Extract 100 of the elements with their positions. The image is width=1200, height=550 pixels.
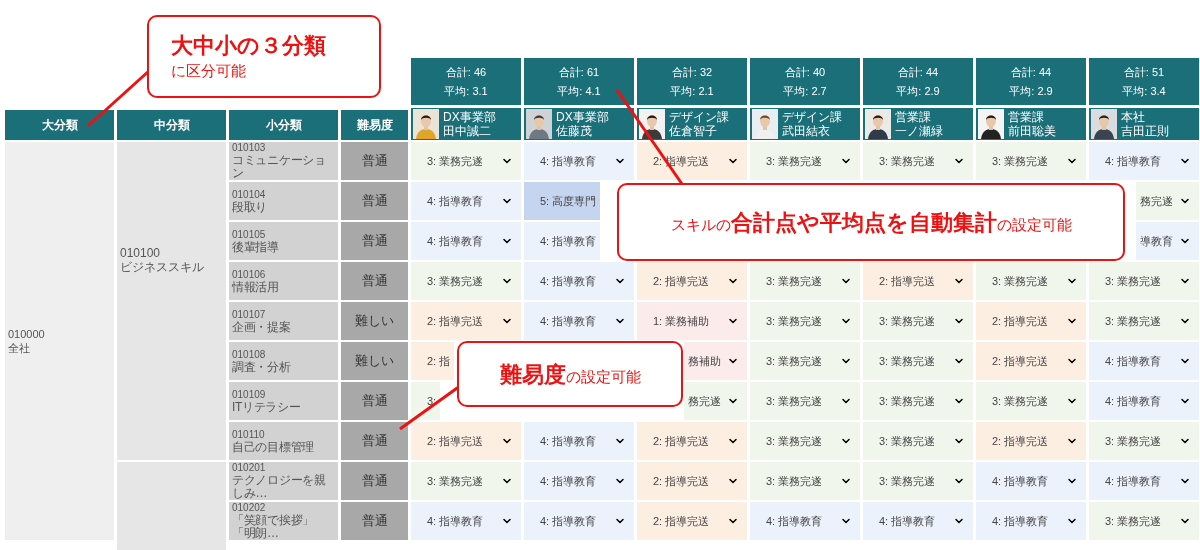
difficulty-cell: 普通 <box>341 262 408 300</box>
skill-code: 010108 <box>232 348 267 361</box>
level-select[interactable]: 4: 指導教育 <box>524 502 634 540</box>
average-score: 平均: 2.1 <box>670 84 714 99</box>
member-name: 田中誠二 <box>443 124 492 138</box>
level-select[interactable]: 3: 業務完遂 <box>411 142 521 180</box>
category-name: ビジネススキル <box>120 260 205 274</box>
difficulty-cell: 難しい <box>341 342 408 380</box>
average-score: 平均: 2.9 <box>896 84 940 99</box>
member-department: デザイン課 <box>782 110 842 124</box>
level-select[interactable]: 4: 指導教育 <box>524 462 634 500</box>
level-select[interactable]: 3: 業務完遂 <box>976 262 1086 300</box>
level-select[interactable]: 3: 業務完遂 <box>1089 262 1199 300</box>
member-name: 前田聡美 <box>1008 124 1056 138</box>
difficulty-cell: 普通 <box>341 382 408 420</box>
level-select[interactable]: 4: 指導教育 <box>411 502 521 540</box>
level-select[interactable]: 4: 指導教育 <box>1089 142 1199 180</box>
total-score: 合計: 61 <box>558 64 600 80</box>
level-select[interactable]: 3: 業務完遂 <box>863 422 973 460</box>
difficulty-cell: 普通 <box>341 462 408 500</box>
level-select[interactable]: 2: 指導完送 <box>863 262 973 300</box>
level-select[interactable]: 2: 指導完送 <box>637 462 747 500</box>
level-select[interactable]: 4: 指導教育 <box>524 142 634 180</box>
level-select[interactable]: 3: 業務完遂 <box>1089 502 1199 540</box>
level-select[interactable]: 2: 指導完送 <box>411 302 521 340</box>
callout-subtitle: に区分可能 <box>171 60 247 81</box>
level-select[interactable]: 4: 指導教育 <box>1089 382 1199 420</box>
skill-name: 後輩指導 <box>232 240 280 254</box>
level-select[interactable]: 2: 指導完送 <box>976 422 1086 460</box>
level-select[interactable]: 3: 業務完遂 <box>863 462 973 500</box>
member-name: 武田結衣 <box>782 124 831 138</box>
member-department: DX事業部 <box>443 110 496 124</box>
skill-name: 段取り <box>232 200 269 214</box>
level-select[interactable]: 3: 業務完遂 <box>863 342 973 380</box>
difficulty-cell: 難しい <box>341 302 408 340</box>
level-select[interactable]: 3: 業務完遂 <box>750 382 860 420</box>
level-select[interactable]: 1: 業務補助 <box>637 302 747 340</box>
level-select[interactable]: 4: 指導教育 <box>411 182 521 220</box>
total-score: 合計: 44 <box>897 64 939 80</box>
difficulty-cell: 普通 <box>341 142 408 180</box>
level-select[interactable]: 4: 指導教育 <box>1089 462 1199 500</box>
level-select[interactable]: 2: 指導完送 <box>976 342 1086 380</box>
total-score: 合計: 40 <box>784 64 826 80</box>
callout-text: 難易度の設定可能 <box>499 360 641 389</box>
level-select[interactable]: 3: 業務完遂 <box>976 142 1086 180</box>
level-select[interactable]: 5: 高度専門 <box>524 182 601 220</box>
level-select[interactable]: 導教育 <box>1136 222 1199 260</box>
level-select[interactable]: 4: 指導教育 <box>524 302 634 340</box>
level-select[interactable]: 3: 業務完遂 <box>863 302 973 340</box>
skill-code: 010109 <box>232 388 267 401</box>
level-select[interactable]: 3: 業務完遂 <box>750 342 860 380</box>
level-select[interactable]: 2: 指 <box>411 342 455 380</box>
column-header: 大分類 <box>5 110 114 140</box>
callout-text: スキルの合計点や平均点を自動集計の設定可能 <box>670 208 1072 237</box>
level-select[interactable]: 3: 業務完遂 <box>411 262 521 300</box>
skill-code: 010201 <box>232 462 267 474</box>
level-select[interactable]: 2: 指導完送 <box>637 502 747 540</box>
member-department: 営業課 <box>1008 110 1045 124</box>
skill-code: 010202 <box>232 502 267 514</box>
level-select[interactable]: 3: 業務完遂 <box>750 462 860 500</box>
level-select[interactable]: 2: 指導完送 <box>411 422 521 460</box>
level-select[interactable]: 3: 業務完遂 <box>976 382 1086 420</box>
average-score: 平均: 3.4 <box>1122 84 1166 99</box>
skill-code: 010103 <box>232 142 267 154</box>
column-header: 小分類 <box>229 110 338 140</box>
member-department: 営業課 <box>895 110 932 124</box>
member-department: デザイン課 <box>669 110 729 124</box>
category-code: 010000 <box>8 327 46 341</box>
skill-name: 調査・分析 <box>232 360 292 374</box>
level-select[interactable]: 務完遂 <box>684 382 747 420</box>
level-select[interactable]: 4: 指導教育 <box>524 422 634 460</box>
average-score: 平均: 4.1 <box>557 84 601 99</box>
skill-code: 010107 <box>232 308 267 321</box>
level-select[interactable]: 3: 業務完遂 <box>1089 302 1199 340</box>
average-score: 平均: 2.7 <box>783 84 827 99</box>
difficulty-cell: 普通 <box>341 222 408 260</box>
level-select[interactable]: 2: 指導完送 <box>637 422 747 460</box>
level-select[interactable]: 務補助 <box>684 342 747 380</box>
level-select[interactable]: 4: 指導教育 <box>524 222 601 260</box>
skill-code: 010105 <box>232 228 267 241</box>
level-select[interactable]: 2: 指導完送 <box>637 262 747 300</box>
level-select[interactable]: 4: 指導教育 <box>976 502 1086 540</box>
level-select[interactable]: 4: 指導教育 <box>411 222 521 260</box>
level-select[interactable]: 3: 業務完遂 <box>750 142 860 180</box>
level-select[interactable]: 4: 指導教育 <box>750 502 860 540</box>
level-select[interactable]: 3: 業務完遂 <box>411 462 521 500</box>
level-select[interactable]: 3: 業務完遂 <box>750 422 860 460</box>
level-select[interactable]: 務完遂 <box>1136 182 1199 220</box>
level-select[interactable]: 3: 業務完遂 <box>863 382 973 420</box>
level-select[interactable]: 4: 指導教育 <box>976 462 1086 500</box>
total-score: 合計: 51 <box>1123 64 1165 80</box>
level-select[interactable]: 4: 指導教育 <box>1089 342 1199 380</box>
level-select[interactable]: 2: 指導完送 <box>976 302 1086 340</box>
level-select[interactable]: 3: 業務完遂 <box>1089 422 1199 460</box>
level-select[interactable]: 3: 業務完遂 <box>863 142 973 180</box>
level-select[interactable]: 4: 指導教育 <box>524 262 634 300</box>
level-select[interactable]: 3: 業務完遂 <box>750 302 860 340</box>
level-select[interactable]: 3: 業務完遂 <box>750 262 860 300</box>
skill-name: 「笑顔で挨拶」「明朗… <box>232 514 315 540</box>
level-select[interactable]: 4: 指導教育 <box>863 502 973 540</box>
